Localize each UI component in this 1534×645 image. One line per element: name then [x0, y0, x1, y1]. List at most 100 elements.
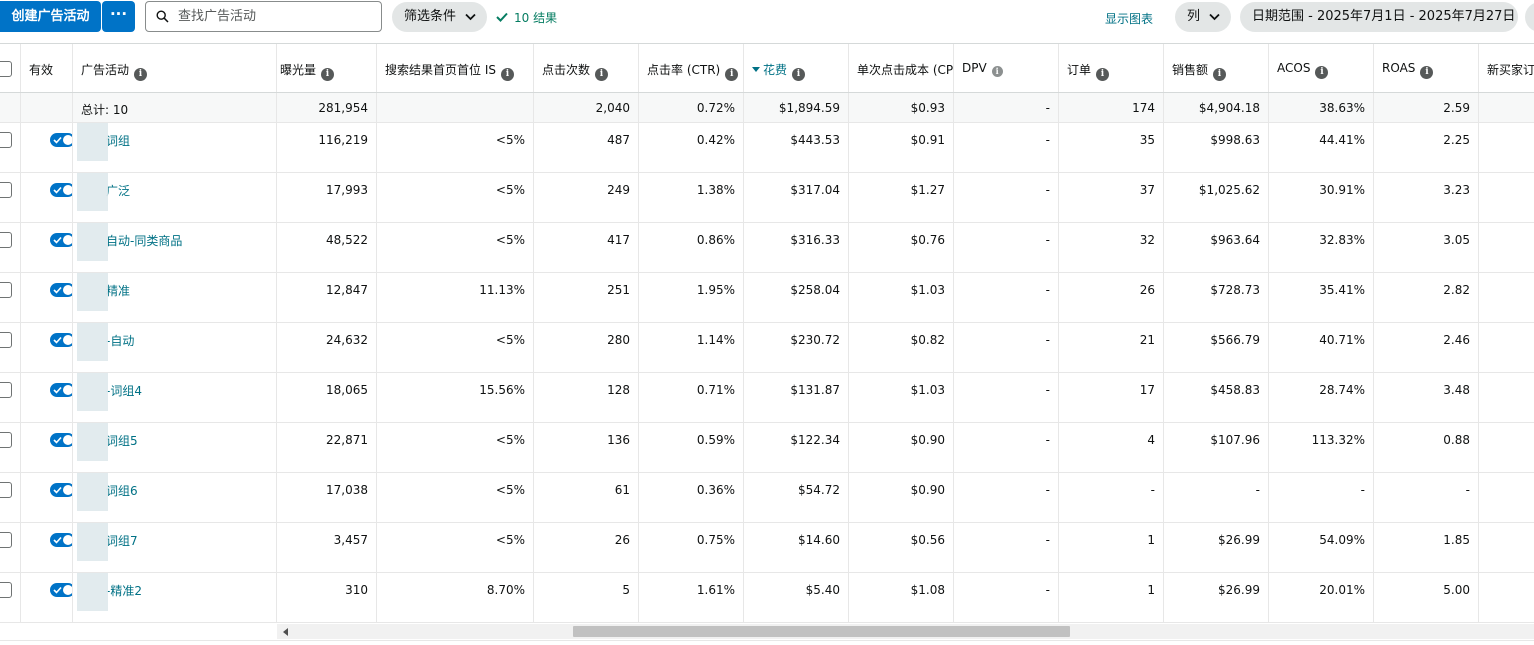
cell-sales: $998.63	[1164, 123, 1269, 172]
horizontal-scrollbar[interactable]	[277, 624, 1534, 639]
show-chart-link[interactable]: 显示图表	[1105, 10, 1153, 27]
row-active-cell	[21, 523, 73, 572]
roas-value: 0.88	[1443, 433, 1470, 447]
info-icon[interactable]: i	[134, 68, 148, 81]
cell-top-is: <5%	[377, 473, 534, 522]
header-spend[interactable]: 花费 i	[744, 44, 849, 92]
header-active[interactable]: 有效	[21, 44, 73, 92]
row-checkbox[interactable]	[0, 432, 12, 448]
dpv-value: -	[1045, 333, 1050, 347]
header-campaign[interactable]: 广告活动 i	[73, 44, 277, 92]
campaign-name-link[interactable]: -精准2	[106, 582, 142, 599]
header-sales[interactable]: 销售额 i	[1164, 44, 1269, 92]
active-toggle[interactable]	[50, 483, 72, 497]
acos-value: 20.01%	[1319, 583, 1365, 597]
dpv-value: -	[1045, 233, 1050, 247]
cell-top-is: 15.56%	[377, 373, 534, 422]
filter-dropdown[interactable]: 筛选条件	[392, 2, 487, 32]
totals-orders: 174	[1059, 93, 1164, 122]
row-active-cell	[21, 573, 73, 622]
cell-sales: $26.99	[1164, 523, 1269, 572]
ctr-value: 1.14%	[696, 333, 735, 347]
header-roas[interactable]: ROAS i	[1374, 44, 1479, 92]
info-icon[interactable]: i	[725, 68, 739, 81]
campaign-name-link[interactable]: -自动	[106, 332, 134, 349]
chevron-down-icon	[1209, 13, 1220, 21]
row-checkbox[interactable]	[0, 182, 12, 198]
campaign-name-link[interactable]: 词组	[106, 132, 130, 149]
campaign-name-link[interactable]: 词组6	[106, 482, 138, 499]
create-campaign-button[interactable]: 创建广告活动	[0, 1, 101, 32]
info-icon[interactable]: i	[1096, 68, 1110, 81]
campaign-name-link[interactable]: 词组5	[106, 432, 138, 449]
header-orders[interactable]: 订单 i	[1059, 44, 1164, 92]
active-toggle[interactable]	[50, 383, 72, 397]
row-checkbox[interactable]	[0, 482, 12, 498]
date-range-label: 日期范围 - 2025年7月1日 - 2025年7月27日	[1252, 9, 1516, 24]
table-row: -自动 24,632 <5% 280 1.14% $230.72 $0.82 - 21 $566.…	[0, 323, 1534, 373]
columns-dropdown[interactable]: 列	[1175, 2, 1231, 32]
info-icon[interactable]: i	[321, 68, 335, 81]
info-icon[interactable]: i	[1420, 66, 1434, 79]
top-is-value: 15.56%	[479, 383, 525, 397]
search-box[interactable]	[145, 1, 382, 32]
cell-orders: 26	[1059, 273, 1164, 322]
scroll-left-arrow-icon[interactable]	[283, 628, 288, 636]
campaign-name-link[interactable]: 广泛	[106, 182, 130, 199]
acos-value: 32.83%	[1319, 233, 1365, 247]
export-button[interactable]	[1525, 2, 1534, 32]
info-icon[interactable]: i	[1315, 66, 1329, 79]
row-checkbox[interactable]	[0, 132, 12, 148]
header-new-buyers[interactable]: 新买家订	[1479, 44, 1534, 92]
result-count-label: 10 结果	[514, 11, 558, 25]
active-toggle[interactable]	[50, 333, 72, 347]
header-impressions[interactable]: 曝光量 i	[277, 44, 377, 92]
campaign-name-link[interactable]: 词组7	[106, 532, 138, 549]
header-clicks[interactable]: 点击次数 i	[534, 44, 639, 92]
campaign-name-link[interactable]: 精准	[106, 282, 130, 299]
header-top-is-label: 搜索结果首页首位 IS	[385, 63, 496, 77]
toggle-knob	[63, 485, 72, 495]
info-icon[interactable]: i	[500, 68, 514, 81]
campaign-name-link[interactable]: -词组4	[106, 382, 142, 399]
cpc-value: $0.90	[910, 433, 945, 447]
ctr-value: 0.86%	[696, 233, 735, 247]
header-top-is[interactable]: 搜索结果首页首位 IS i	[377, 44, 534, 92]
row-checkbox[interactable]	[0, 582, 12, 598]
header-dpv[interactable]: DPV i	[954, 44, 1059, 92]
active-toggle[interactable]	[50, 233, 72, 247]
info-icon[interactable]: i	[595, 68, 609, 81]
roas-value: 1.85	[1443, 533, 1470, 547]
search-input[interactable]	[176, 7, 376, 26]
active-toggle[interactable]	[50, 533, 72, 547]
more-actions-button[interactable]: ···	[102, 1, 135, 32]
info-icon[interactable]: i	[1213, 68, 1227, 81]
row-checkbox[interactable]	[0, 232, 12, 248]
campaign-name-link[interactable]: 自动-同类商品	[106, 232, 182, 249]
row-checkbox[interactable]	[0, 332, 12, 348]
cell-orders: -	[1059, 473, 1164, 522]
scrollbar-thumb[interactable]	[573, 626, 1070, 637]
cpc-value: $0.76	[910, 233, 945, 247]
cell-acos: 20.01%	[1269, 573, 1374, 622]
active-toggle[interactable]	[50, 133, 72, 147]
date-range-picker[interactable]: 日期范围 - 2025年7月1日 - 2025年7月27日	[1240, 2, 1518, 32]
row-checkbox[interactable]	[0, 532, 12, 548]
info-icon[interactable]: i	[991, 66, 1003, 77]
info-icon[interactable]: i	[792, 68, 806, 81]
cell-spend: $230.72	[744, 323, 849, 372]
redacted-mask	[77, 173, 108, 211]
active-toggle[interactable]	[50, 433, 72, 447]
select-all-checkbox[interactable]	[0, 61, 12, 77]
cell-roas: 2.46	[1374, 323, 1479, 372]
row-checkbox[interactable]	[0, 382, 12, 398]
header-acos[interactable]: ACOS i	[1269, 44, 1374, 92]
row-checkbox[interactable]	[0, 282, 12, 298]
active-toggle[interactable]	[50, 183, 72, 197]
header-cpc[interactable]: 单次点击成本 (CPC)	[849, 44, 954, 92]
active-toggle[interactable]	[50, 283, 72, 297]
cell-clicks: 251	[534, 273, 639, 322]
active-toggle[interactable]	[50, 583, 72, 597]
header-ctr[interactable]: 点击率 (CTR) i	[639, 44, 744, 92]
row-select-cell	[0, 573, 21, 622]
